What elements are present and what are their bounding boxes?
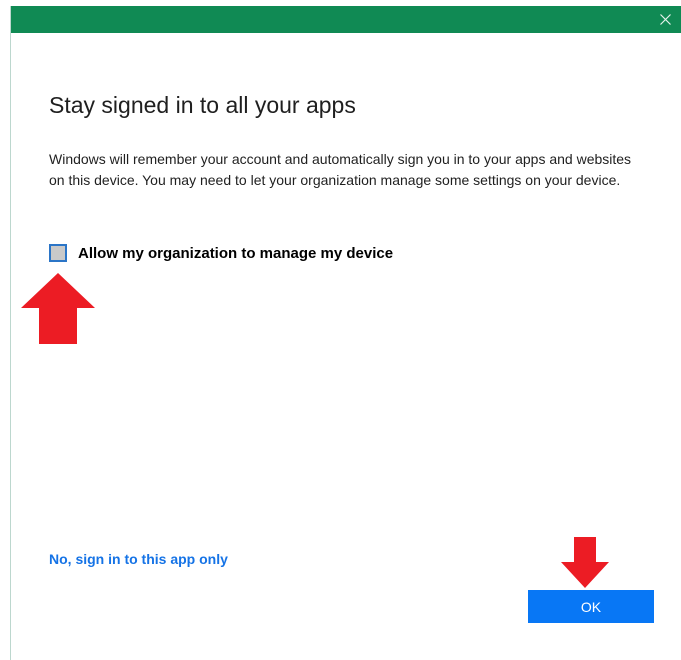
title-bar (11, 6, 681, 33)
arrow-up-icon (21, 273, 95, 344)
ok-button[interactable]: OK (528, 590, 654, 623)
sign-in-this-app-only-link[interactable]: No, sign in to this app only (49, 551, 228, 567)
dialog-window: Stay signed in to all your apps Windows … (10, 6, 681, 660)
manage-device-label[interactable]: Allow my organization to manage my devic… (78, 245, 393, 262)
manage-device-option[interactable]: Allow my organization to manage my devic… (49, 242, 393, 264)
close-button[interactable] (648, 6, 681, 33)
arrow-down-icon (561, 537, 609, 588)
close-icon (659, 14, 671, 25)
manage-device-checkbox[interactable] (49, 244, 67, 262)
dialog-description: Windows will remember your account and a… (49, 151, 632, 188)
dialog-heading: Stay signed in to all your apps (49, 92, 356, 118)
